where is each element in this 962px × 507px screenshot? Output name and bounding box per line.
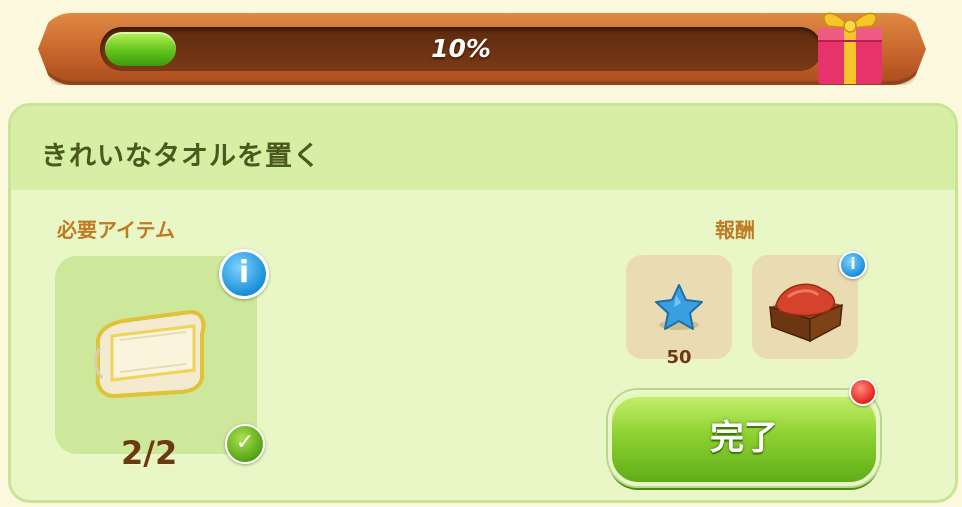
quest-header: きれいなタオルを置く [11, 106, 955, 190]
info-icon[interactable]: i [219, 249, 269, 299]
towel-icon [94, 309, 206, 399]
progress-label: 10% [431, 34, 491, 63]
complete-button-label: 完了 [710, 418, 778, 458]
required-items-label: 必要アイテム [57, 218, 175, 242]
complete-button[interactable]: 完了 [608, 390, 880, 486]
gift-box-icon[interactable] [810, 0, 890, 86]
reward-tile-star[interactable] [626, 255, 732, 359]
blue-star-icon [655, 284, 703, 330]
quest-title: きれいなタオルを置く [41, 141, 321, 172]
reward-label: 報酬 [715, 218, 755, 242]
notification-dot-icon [849, 378, 877, 406]
reward-amount: 50 [666, 347, 692, 368]
info-icon[interactable]: i [839, 251, 867, 279]
item-count: 2/2 [121, 434, 178, 472]
check-icon: ✓ [225, 424, 265, 464]
